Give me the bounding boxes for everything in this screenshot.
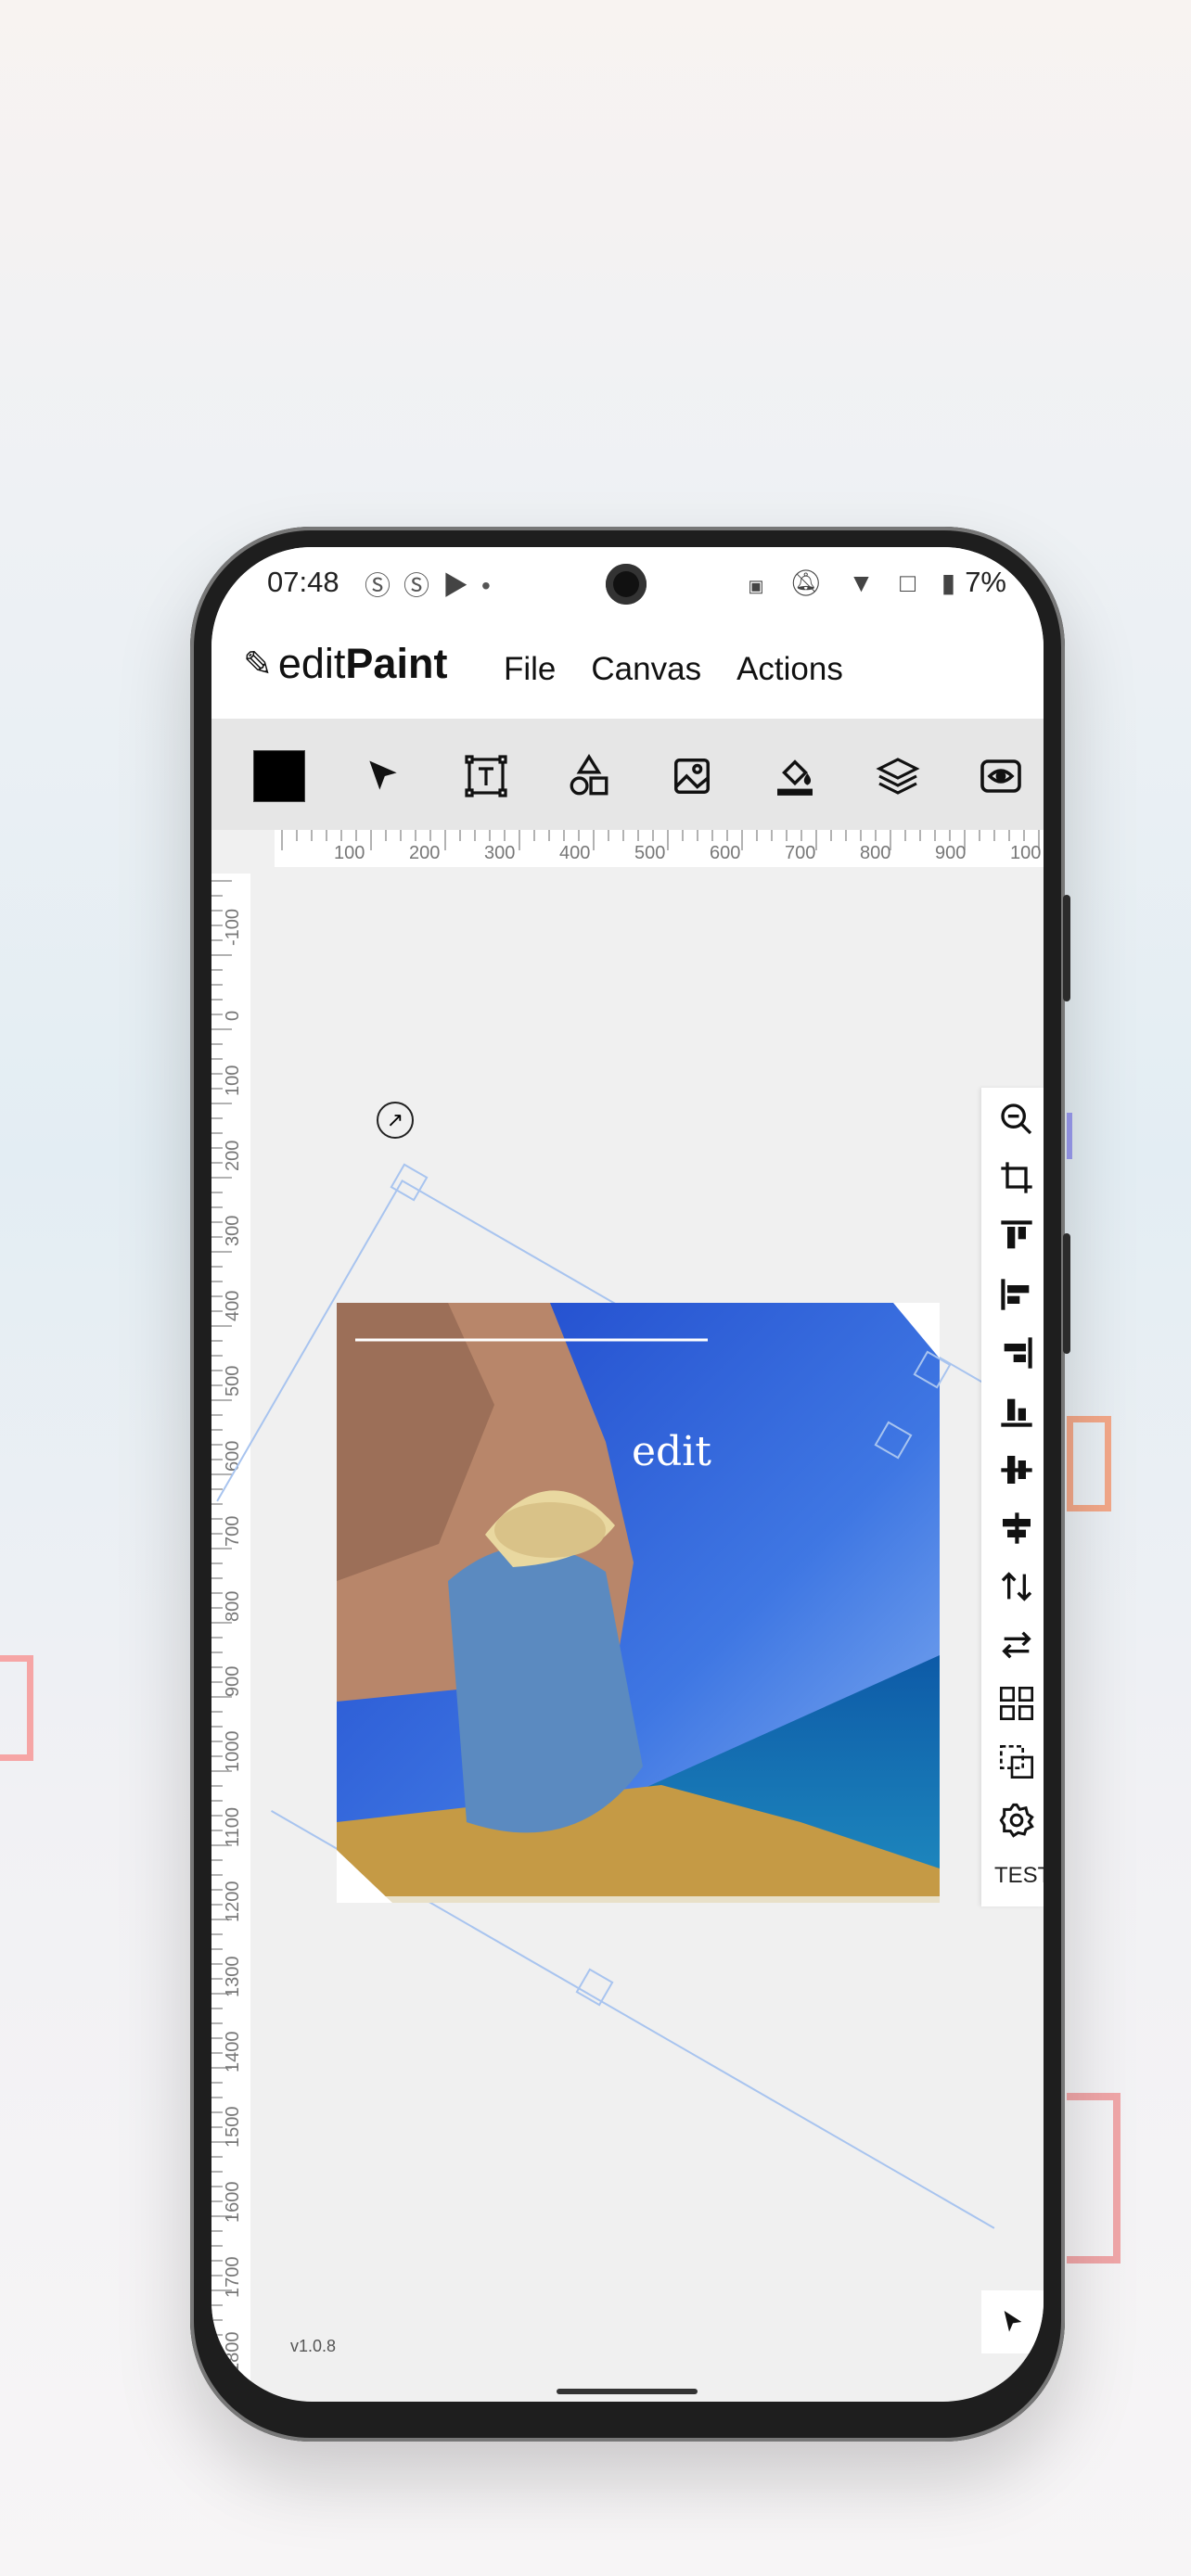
zoom-out-icon[interactable] <box>996 1099 1037 1140</box>
color-picker-swatch[interactable] <box>253 750 305 802</box>
ruler-label: 300 <box>484 843 516 863</box>
decor-square <box>1067 1416 1111 1511</box>
ruler-label: 300 <box>223 1215 243 1246</box>
notification-icons: ⓈⓈ▶• <box>365 566 504 603</box>
menu-file[interactable]: File <box>504 651 556 688</box>
group-icon[interactable] <box>996 1741 1037 1782</box>
pencil-icon: ✎ <box>243 644 273 684</box>
align-top-icon[interactable] <box>996 1216 1037 1256</box>
align-right-icon[interactable] <box>996 1333 1037 1373</box>
ruler-label: 900 <box>223 1665 243 1697</box>
text-icon[interactable] <box>458 748 514 804</box>
version-label: v1.0.8 <box>290 2337 337 2355</box>
ruler-label: 100 <box>334 843 365 863</box>
ruler-label: 200 <box>409 843 441 863</box>
image-icon[interactable] <box>664 748 720 804</box>
sim-icon: Ⓢ <box>403 571 443 600</box>
ruler-label: 0 <box>223 1010 243 1021</box>
ruler-label: 900 <box>935 843 967 863</box>
ruler-label: 100 <box>223 1065 243 1096</box>
ruler-label: 1000 <box>223 1730 243 1773</box>
layers-icon[interactable] <box>870 748 926 804</box>
mute-icon: 🔕︎ <box>789 568 832 597</box>
wifi-icon: ▼ <box>848 568 884 597</box>
phone-screen: 07:48 ⓈⓈ▶• ▣ 🔕︎ ▼ □ ▮7% ✎ edit Paint File… <box>211 547 1044 2402</box>
align-left-icon[interactable] <box>996 1274 1037 1315</box>
home-indicator[interactable] <box>557 2389 698 2394</box>
side-panel: TEST <box>981 1088 1044 1906</box>
crop-icon[interactable] <box>996 1157 1037 1198</box>
logo-prefix: edit <box>277 640 346 687</box>
app-bar: ✎ edit Paint File Canvas Actions <box>211 621 1044 719</box>
ruler-horizontal: 100 200 300 400 500 600 700 800 900 100 <box>275 830 1044 867</box>
system-icons: ▣ 🔕︎ ▼ □ ▮7% <box>748 566 1006 599</box>
ruler-label: 700 <box>785 843 816 863</box>
battery-icon: ▮ <box>941 568 966 597</box>
ruler-label: 600 <box>710 843 741 863</box>
ruler-label: 1600 <box>223 2181 243 2224</box>
cursor-mode-button[interactable] <box>981 2290 1044 2353</box>
phone-side-button <box>1063 1233 1070 1354</box>
ruler-label: 800 <box>860 843 891 863</box>
ruler-label: -100 <box>223 908 243 946</box>
status-bar: 07:48 ⓈⓈ▶• ▣ 🔕︎ ▼ □ ▮7% <box>211 547 1044 621</box>
decor-square <box>0 1655 33 1761</box>
flip-vertical-icon[interactable] <box>996 1566 1037 1607</box>
ruler-label: 1400 <box>223 2031 243 2073</box>
battery-level: 7% <box>965 566 1006 598</box>
sim-icon: Ⓢ <box>365 571 404 600</box>
menu-canvas[interactable]: Canvas <box>591 651 701 688</box>
fill-icon[interactable] <box>767 748 823 804</box>
preview-icon[interactable] <box>973 748 1029 804</box>
resize-handle[interactable] <box>390 1163 429 1202</box>
ruler-label: 500 <box>223 1365 243 1396</box>
cursor-icon <box>1004 2311 1021 2332</box>
resize-handle[interactable] <box>575 1968 614 2007</box>
phone-side-button <box>1063 895 1070 1001</box>
canvas-artboard[interactable]: edit <box>337 1303 940 1903</box>
ruler-label: 400 <box>559 843 591 863</box>
ruler-label: 100 <box>1010 843 1042 863</box>
ruler-label: 700 <box>223 1515 243 1547</box>
ruler-label: 1500 <box>223 2106 243 2149</box>
test-label[interactable]: TEST <box>994 1863 1044 1889</box>
ruler-label: 500 <box>634 843 666 863</box>
tool-bar <box>211 719 1044 830</box>
canvas-photo <box>337 1303 940 1903</box>
rotate-handle[interactable]: ↗ <box>377 1102 414 1139</box>
ruler-label: 1200 <box>223 1881 243 1923</box>
youtube-icon: ▶ <box>442 571 482 600</box>
dot-icon: • <box>481 571 504 600</box>
flip-horizontal-icon[interactable] <box>996 1625 1037 1665</box>
shapes-icon[interactable] <box>561 748 617 804</box>
logo-suffix: Paint <box>345 640 448 687</box>
app-logo: ✎ edit Paint <box>243 640 447 688</box>
ruler-label: 1700 <box>223 2256 243 2299</box>
align-center-vertical-icon[interactable] <box>996 1449 1037 1490</box>
align-bottom-icon[interactable] <box>996 1391 1037 1432</box>
decor-bar <box>1067 1113 1072 1159</box>
decor-square <box>1067 2093 1121 2264</box>
main-menu: File Canvas Actions <box>504 651 843 688</box>
ruler-label: 200 <box>223 1140 243 1171</box>
settings-icon[interactable] <box>996 1800 1037 1841</box>
ruler-label: 400 <box>223 1290 243 1321</box>
camera-cutout <box>606 564 647 605</box>
canvas-text[interactable]: edit <box>632 1428 711 1475</box>
ruler-label: 1300 <box>223 1956 243 1998</box>
ruler-label: 1800 <box>223 2331 243 2374</box>
align-center-horizontal-icon[interactable] <box>996 1508 1037 1549</box>
grid-icon[interactable] <box>996 1683 1037 1724</box>
auto-icon: ▣ <box>748 577 774 595</box>
ruler-label: 800 <box>223 1590 243 1622</box>
ruler-vertical: -100 0 100 200 300 400 500 600 700 800 900 1000 1100… <box>211 874 250 2402</box>
ruler-label: 1100 <box>223 1806 243 1847</box>
select-icon[interactable] <box>355 748 411 804</box>
menu-actions[interactable]: Actions <box>736 651 843 688</box>
status-time: 07:48 <box>267 566 339 598</box>
no-sim-icon: □ <box>900 568 925 597</box>
